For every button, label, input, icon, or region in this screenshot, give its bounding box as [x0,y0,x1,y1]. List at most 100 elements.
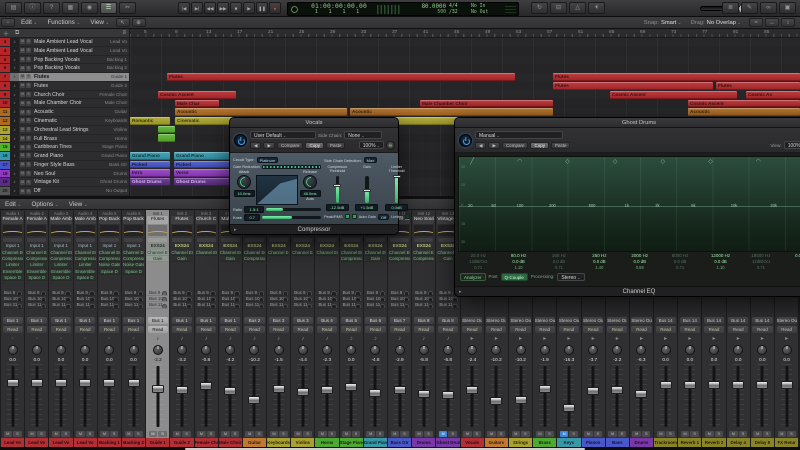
side-chain-menu[interactable]: None [344,131,383,139]
output-slot[interactable]: Stereo Out [631,316,652,324]
solo-button[interactable]: S [109,431,119,437]
setting-button[interactable] [123,238,144,242]
slider-cap[interactable] [333,184,342,188]
compressor-paste-button[interactable]: Paste [325,141,346,149]
output-slot[interactable]: Bus 14 [655,316,676,324]
automation-mode-button[interactable]: Read [196,325,217,333]
secondary-tool-icon[interactable]: ⊕ [131,18,146,27]
mixer-strip[interactable]: Audio 3Male AmbInput 1Channel EQCompress… [49,210,73,447]
rewind-button[interactable]: ◀◀ [204,2,216,14]
track-row[interactable]: 15 ♪ M S Caribbean Tines Stage Piano [0,143,129,153]
solo-button[interactable]: S [787,431,796,437]
volume-fader[interactable] [436,363,460,429]
automation-mode-button[interactable]: Read [655,325,676,333]
volume-fader[interactable] [194,363,218,429]
pan-knob[interactable] [122,344,145,356]
region[interactable]: Intro [130,169,170,178]
volume-fader[interactable] [267,363,291,429]
mute-button[interactable]: M [584,431,593,437]
volume-fader[interactable] [242,363,267,429]
eq-graph[interactable]: ╱◠◇◇◇◇◠╲ 301501530 20501002005001k2k5k10… [458,156,800,252]
insert-slot[interactable]: Channel EQ [171,249,193,256]
insert-slot[interactable]: Space D [26,275,48,282]
volume-fader[interactable] [49,363,73,429]
channel-label[interactable]: FX Retur [775,438,799,447]
output-slot[interactable]: Bus 3 [292,316,313,324]
knee-slider[interactable] [262,215,321,219]
fader-cap[interactable] [659,381,672,390]
lcd-division[interactable]: /32 [449,10,471,15]
track-solo-button[interactable]: S [26,92,31,98]
insert-slot[interactable]: Channel EQ [219,249,241,256]
track-mute-button[interactable]: M [20,179,25,185]
volume-fader[interactable] [508,363,533,429]
solo-button[interactable]: S [690,431,699,437]
track-row[interactable]: 17 ♪ M S Finger Style Bass Bass Gtr [0,160,129,170]
fader-cap[interactable] [780,381,793,390]
mute-button[interactable]: M [342,431,351,437]
channel-label[interactable]: Reverb 2 [702,438,726,447]
play-button[interactable]: ▶ [243,2,255,14]
mixer-strip[interactable]: Inst 10Grand PiEXS24Channel EQGainBus 9B… [363,210,387,447]
knee-value[interactable]: 0.7 [244,213,261,221]
output-slot[interactable]: Stereo Out [462,316,483,324]
mute-button[interactable]: M [729,431,738,437]
attack-value[interactable]: 10.0ms [233,190,255,198]
pan-knob[interactable] [291,344,314,356]
output-slot[interactable]: Bus 1 [147,316,168,324]
track-solo-button[interactable]: S [26,171,31,177]
channel-label[interactable]: Strings [508,438,533,447]
analyzer-mode[interactable]: Post [489,274,498,279]
preset-next-button[interactable]: ▶ [488,141,500,149]
fader-cap[interactable] [79,379,92,388]
volume-fader[interactable] [629,363,654,429]
insert-slot[interactable]: Compressor [340,255,362,263]
solo-button[interactable]: S [666,431,675,437]
automation-mode-button[interactable]: Read [583,325,604,333]
solo-button[interactable]: S [230,431,240,437]
send-slot[interactable]: Bus 11 [74,302,96,309]
quick-help-icon[interactable]: ? [43,2,60,14]
channel-label[interactable]: Stage Piano [339,438,363,447]
volume-fader[interactable] [654,363,678,429]
track-solo-button[interactable]: S [26,144,31,150]
pan-knob[interactable] [727,344,750,356]
channel-label[interactable]: Pianos [581,438,605,447]
mute-button[interactable]: M [753,431,762,437]
send-slot[interactable]: Bus 11 [292,302,314,309]
peak-band-icon[interactable]: ◇ [610,158,620,165]
pan-knob[interactable] [654,344,677,356]
channel-label[interactable]: Guitars [484,438,508,447]
fader-cap[interactable] [756,381,769,390]
send-slot[interactable]: Bus 11 [437,302,459,309]
mute-button[interactable]: M [172,431,182,437]
send-slot[interactable]: Bus 11 [219,302,241,309]
mixer-strip[interactable]: Inst 5AcousticEXS24Channel EQCompressorB… [242,210,267,447]
ratio-slider[interactable] [266,207,321,211]
eq-disclosure-icon[interactable]: ▸ [459,287,462,297]
send-slot[interactable]: Bus 11 [413,302,435,309]
mixer-strip[interactable]: Audio 2Female AInput 1Channel EQCompress… [25,210,49,447]
automation-mode-button[interactable]: Read [462,325,483,333]
solo-button[interactable]: S [617,431,627,437]
automation-mode-button[interactable]: Read [244,325,265,333]
mixer-strip[interactable]: Audio 5Pop BackInput 1Channel EQCompress… [97,210,121,447]
slider-track[interactable] [363,176,371,203]
fader-cap[interactable] [611,385,624,394]
track-solo-button[interactable]: S [26,48,31,54]
region[interactable]: Cosmic Ascent [610,90,737,99]
fader-cap[interactable] [272,384,285,393]
menu-functions[interactable]: Functions [47,19,80,26]
output-slot[interactable]: Bus 3 [268,316,289,324]
track-solo-button[interactable]: S [26,74,31,80]
region[interactable]: Flutes [167,73,515,82]
mixer-strip[interactable]: Audio 4Male AmbInput 1Channel EQCompress… [73,210,97,447]
pan-knob[interactable] [485,344,508,356]
fader-cap[interactable] [417,389,430,398]
mute-button[interactable]: M [366,431,375,437]
mute-button[interactable]: M [777,431,787,437]
solo-button[interactable]: S [472,431,482,437]
region[interactable]: Male Char [175,99,219,108]
send-slot[interactable]: Bus 11 [98,302,120,309]
insert-slot[interactable]: Channel EQ [268,249,290,256]
